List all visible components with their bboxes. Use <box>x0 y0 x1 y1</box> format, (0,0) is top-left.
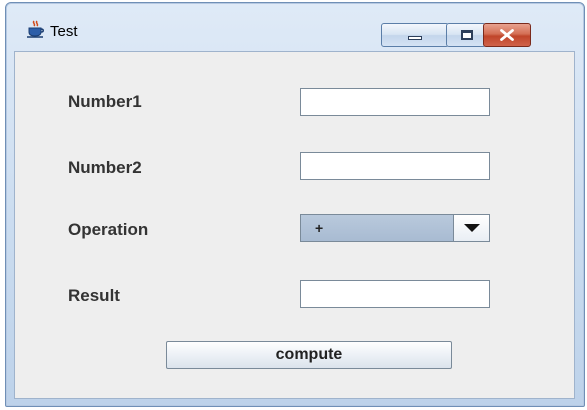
operation-label: Operation <box>68 220 149 239</box>
window-title: Test <box>50 23 78 40</box>
maximize-button[interactable] <box>446 23 486 47</box>
number2-label: Number2 <box>68 158 142 177</box>
close-button[interactable] <box>483 23 531 47</box>
result-field[interactable] <box>300 280 490 308</box>
operation-select[interactable]: + <box>300 214 490 242</box>
client-area: Number1 Number2 Operation + Result compu… <box>14 51 575 399</box>
title-bar[interactable]: Test <box>6 3 584 47</box>
number1-input[interactable] <box>300 88 490 116</box>
number2-input[interactable] <box>300 152 490 180</box>
compute-button[interactable]: compute <box>166 341 452 369</box>
minimize-button[interactable] <box>381 23 449 47</box>
operation-selected-value: + <box>315 220 324 236</box>
java-cup-icon[interactable] <box>26 20 46 38</box>
minimize-icon <box>408 36 422 40</box>
number1-label: Number1 <box>68 92 142 111</box>
chevron-down-icon <box>464 224 480 232</box>
maximize-icon <box>461 30 473 40</box>
app-window: Test Number1 Number2 Operation + Result … <box>5 2 585 407</box>
result-label: Result <box>68 286 120 305</box>
close-icon <box>500 29 514 41</box>
operation-dropdown-button[interactable] <box>453 215 489 241</box>
